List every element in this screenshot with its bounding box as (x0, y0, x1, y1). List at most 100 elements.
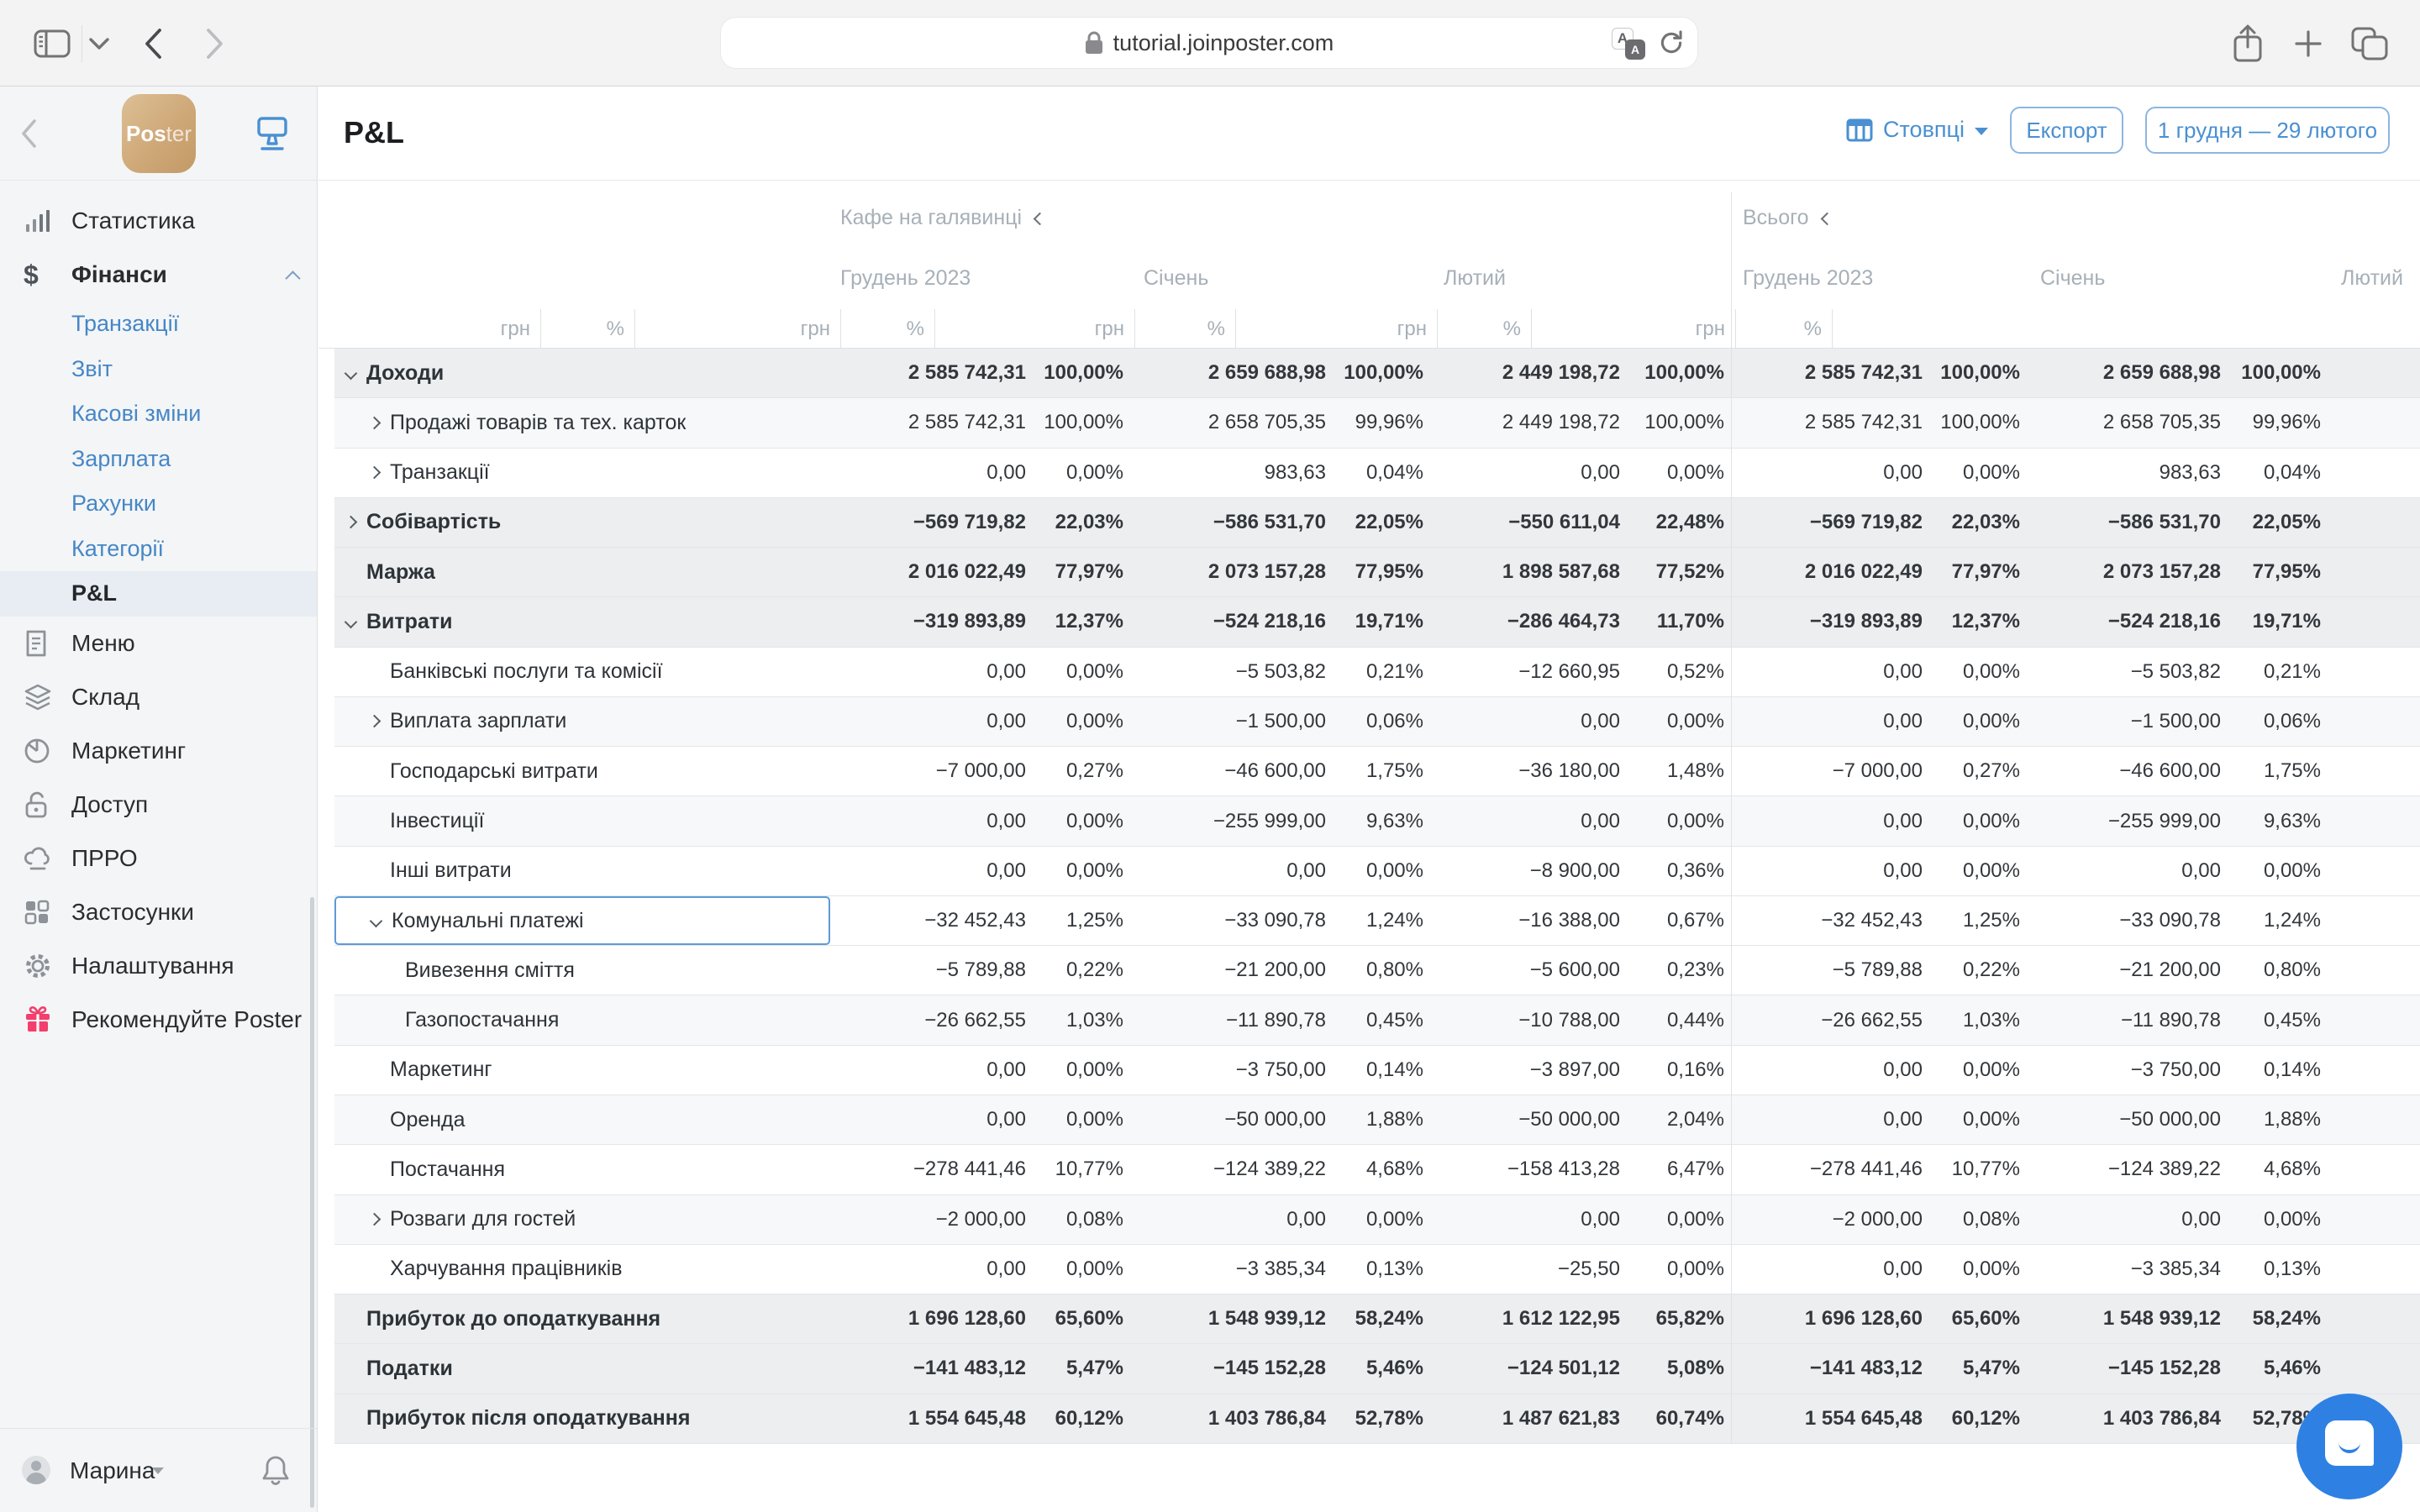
sidebar-item-prro[interactable]: ПРРО (0, 832, 317, 885)
value-cell-currency: 1 696 128,60 (1731, 1294, 1933, 1343)
chevron-right-icon[interactable] (368, 466, 381, 480)
value-cell-currency: 1 554 645,48 (1731, 1394, 1933, 1443)
row-name-cell[interactable]: Господарські витрати (334, 747, 830, 795)
row-name-cell[interactable]: Виплата зарплати (334, 697, 830, 746)
row-name-cell[interactable]: Банківські послуги та комісії (334, 648, 830, 696)
row-name-cell[interactable]: Собівартість (334, 498, 830, 547)
chevron-right-icon[interactable] (368, 1213, 381, 1226)
columns-button[interactable]: Стовпці (1846, 117, 1988, 143)
sidebar-item-salary[interactable]: Зарплата (0, 437, 317, 482)
row-name-cell[interactable]: Продажі товарів та тех. карток (334, 398, 830, 447)
date-range-button[interactable]: 1 грудня — 29 лютого (2145, 107, 2390, 154)
value-cell-currency: 0,00 (1731, 796, 1933, 845)
row-name-cell[interactable]: Маркетинг (334, 1046, 830, 1095)
chevron-down-icon[interactable] (370, 914, 383, 927)
row-name-cell[interactable]: Прибуток після оподаткування (334, 1394, 830, 1443)
chat-bubble-button[interactable] (2296, 1394, 2402, 1499)
poster-logo[interactable]: Poster (122, 94, 196, 173)
avatar[interactable] (22, 1456, 50, 1484)
sidebar-item-apps[interactable]: Застосунки (0, 885, 317, 939)
row-name-cell[interactable]: Газопостачання (334, 995, 830, 1044)
value-cell-clipped (2328, 1046, 2420, 1095)
sidebar-toggle-icon[interactable] (34, 0, 71, 87)
value-cell-percent: 1,75% (2231, 747, 2328, 795)
collapse-group-icon[interactable] (1820, 213, 1833, 226)
value-cell-currency: 2 659 688,98 (1130, 349, 1336, 397)
chevron-up-icon (285, 270, 300, 286)
row-name-cell[interactable]: Прибуток до оподаткування (334, 1294, 830, 1343)
value-cell-currency: 983,63 (2027, 449, 2231, 497)
sidebar-item-categories[interactable]: Категорії (0, 527, 317, 572)
terminal-icon[interactable] (254, 115, 291, 154)
row-name-cell[interactable]: Інші витрати (334, 847, 830, 895)
user-name[interactable]: Марина (70, 1457, 155, 1484)
month-header: Січень (2040, 266, 2105, 291)
export-button[interactable]: Експорт (2010, 107, 2123, 154)
row-name-cell[interactable]: Транзакції (334, 449, 830, 497)
sidebar-item-stock[interactable]: Склад (0, 670, 317, 724)
row-name-cell[interactable]: Комунальні платежі (334, 896, 830, 945)
value-cell-currency: −32 452,43 (1731, 896, 1933, 945)
chevron-right-icon[interactable] (345, 516, 358, 529)
sidebar-item-transactions[interactable]: Транзакції (0, 302, 317, 347)
forward-icon[interactable] (202, 0, 229, 87)
row-name-cell[interactable]: Вивезення сміття (334, 946, 830, 995)
table-row: Банківські послуги та комісії0,000,00%−5… (334, 648, 2420, 697)
sidebar-item-marketing[interactable]: Маркетинг (0, 724, 317, 778)
sidebar-item-menu[interactable]: Меню (0, 617, 317, 670)
sidebar-item-access[interactable]: Доступ (0, 778, 317, 832)
value-cell-percent: 1,24% (2231, 896, 2328, 945)
value-cell-percent: 0,00% (1036, 1245, 1130, 1294)
back-icon[interactable] (139, 0, 166, 87)
chevron-down-icon[interactable] (345, 616, 358, 629)
cloud-icon (24, 846, 71, 871)
value-cell-percent: 1,25% (1036, 896, 1130, 945)
row-name-cell[interactable]: Маржа (334, 548, 830, 596)
value-cell-currency: −5 789,88 (1731, 946, 1933, 995)
value-cell-percent: 0,00% (1036, 697, 1130, 746)
row-name-cell[interactable]: Податки (334, 1344, 830, 1393)
row-name-cell[interactable]: Витрати (334, 597, 830, 646)
value-cell-percent: 22,05% (2231, 498, 2328, 547)
sidebar-item-statistics[interactable]: Статистика (0, 194, 317, 248)
share-icon[interactable] (2227, 0, 2269, 87)
sidebar-item-settings[interactable]: Налаштування (0, 939, 317, 993)
sidebar-item-label: Звіт (71, 356, 113, 382)
sidebar-item-accounts[interactable]: Рахунки (0, 481, 317, 527)
value-cell-percent: 77,97% (1933, 548, 2027, 596)
sidebar-scrollbar[interactable] (310, 897, 314, 1508)
row-name-cell[interactable]: Інвестиції (334, 796, 830, 845)
toolbar-chevron-down-icon[interactable] (87, 0, 111, 87)
url-bar[interactable]: tutorial.joinposter.com AA (721, 18, 1697, 68)
chevron-right-icon[interactable] (368, 715, 381, 728)
user-menu-caret-icon[interactable] (152, 1467, 164, 1474)
sidebar-item-report[interactable]: Звіт (0, 347, 317, 392)
sidebar-item-cash-shifts[interactable]: Касові зміни (0, 391, 317, 437)
value-cell-percent: 22,03% (1036, 498, 1130, 547)
value-cell-percent: 1,88% (1336, 1095, 1430, 1144)
row-name-cell[interactable]: Розваги для гостей (334, 1195, 830, 1244)
column-group-title: Кафе на галявинці (840, 206, 1044, 230)
row-name-cell[interactable]: Оренда (334, 1095, 830, 1144)
chevron-right-icon[interactable] (368, 417, 381, 430)
sidebar-item-pnl[interactable]: P&L (0, 571, 317, 617)
value-cell-currency: 2 585 742,31 (1731, 349, 1933, 397)
value-cell-percent: 0,23% (1630, 946, 1731, 995)
sidebar-back-icon[interactable] (20, 118, 37, 149)
row-name-cell[interactable]: Доходи (334, 349, 830, 397)
chevron-down-icon[interactable] (345, 366, 358, 380)
new-tab-icon[interactable] (2287, 0, 2329, 87)
sidebar-item-label: ПРРО (71, 845, 138, 872)
bell-icon[interactable] (261, 1454, 290, 1488)
translate-icon[interactable]: AA (1612, 26, 1645, 60)
sidebar-item-finance[interactable]: $Фінанси (0, 248, 317, 302)
table-row: Витрати−319 893,8912,37%−524 218,1619,71… (334, 597, 2420, 647)
row-name-cell[interactable]: Харчування працівників (334, 1245, 830, 1294)
reload-icon[interactable] (1657, 29, 1686, 57)
collapse-group-icon[interactable] (1034, 213, 1047, 226)
row-name-label: Прибуток до оподаткування (366, 1307, 660, 1331)
value-cell-currency: −1 500,00 (2027, 697, 2231, 746)
row-name-cell[interactable]: Постачання (334, 1145, 830, 1194)
tabs-overview-icon[interactable] (2346, 0, 2393, 87)
sidebar-item-recommend[interactable]: Рекомендуйте Poster (0, 993, 317, 1047)
